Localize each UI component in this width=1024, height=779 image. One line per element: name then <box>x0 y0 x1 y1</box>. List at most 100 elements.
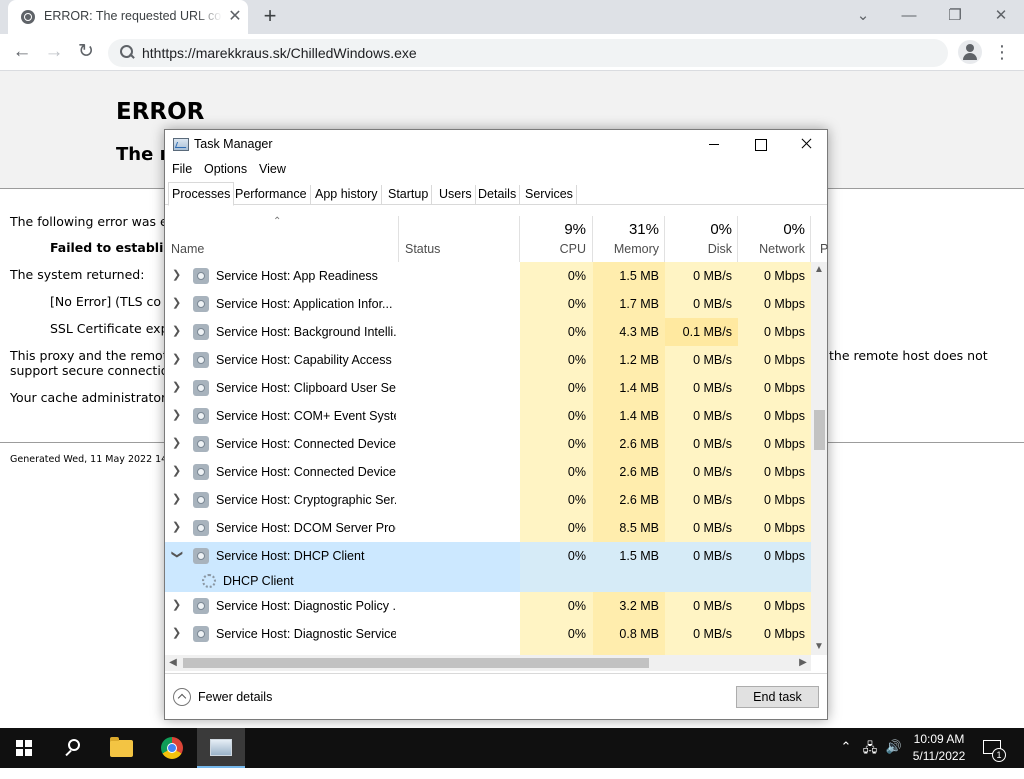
menu-view[interactable]: View <box>259 162 286 176</box>
expand-chevron-icon[interactable]: ❯ <box>172 520 181 533</box>
table-row-selected[interactable]: ❯ Service Host: DHCP Client 0% 1.5 MB 0 … <box>165 542 811 570</box>
column-power[interactable]: P <box>820 242 828 256</box>
tab-processes[interactable]: Processes <box>168 182 235 206</box>
taskbar-chrome[interactable] <box>148 728 196 768</box>
address-bar[interactable]: hthttps://marekkraus.sk/ChilledWindows.e… <box>108 39 948 67</box>
vertical-scrollbar[interactable]: ▲ ▼ <box>811 262 827 655</box>
end-task-button[interactable]: End task <box>736 686 819 708</box>
volume-icon[interactable]: 🔊 <box>884 739 904 779</box>
task-manager-titlebar[interactable]: Task Manager <box>165 130 827 158</box>
horizontal-scroll-thumb[interactable] <box>183 658 649 668</box>
service-gear-icon <box>193 436 209 452</box>
horizontal-scrollbar[interactable]: ◀ ▶ <box>165 655 811 671</box>
table-row[interactable]: ❯ Service Host: App Readiness 0% 1.5 MB … <box>165 262 811 290</box>
column-disk[interactable]: Disk <box>670 242 732 256</box>
service-gear-icon <box>193 380 209 396</box>
menu-options[interactable]: Options <box>204 162 247 176</box>
clock-time[interactable]: 10:09 AM <box>906 732 972 746</box>
service-icon <box>202 574 216 588</box>
tab-details[interactable]: Details <box>475 185 521 205</box>
table-row[interactable]: ❯ Service Host: Clipboard User Ser... 0%… <box>165 374 811 402</box>
network-icon[interactable]: 🖧 <box>860 739 880 779</box>
expand-chevron-icon[interactable]: ❯ <box>172 380 181 393</box>
table-row[interactable]: ❯ Service Host: Connected Device... 0% 2… <box>165 458 811 486</box>
table-row[interactable]: ❯ Service Host: Capability Access ... 0%… <box>165 346 811 374</box>
table-row[interactable]: ❯ Service Host: Diagnostic Policy ... 0%… <box>165 592 811 620</box>
profile-avatar-icon[interactable] <box>958 40 982 64</box>
tab-services[interactable]: Services <box>522 185 577 205</box>
tm-close-button[interactable] <box>783 130 829 158</box>
tab-close-icon[interactable]: ✕ <box>225 7 245 27</box>
tm-maximize-button[interactable] <box>737 130 783 158</box>
forward-button[interactable]: → <box>41 39 67 65</box>
disk-percent[interactable]: 0% <box>670 221 732 238</box>
mem-cell-bg <box>593 570 665 592</box>
restore-button[interactable]: ❐ <box>940 4 970 28</box>
mem-cell-bg <box>593 648 665 655</box>
tab-startup[interactable]: Startup <box>385 185 433 205</box>
fewer-details-link[interactable]: Fewer details <box>198 690 272 704</box>
service-child-row[interactable]: DHCP Client <box>165 570 811 592</box>
taskbar-file-explorer[interactable] <box>98 728 146 768</box>
cpu-percent[interactable]: 9% <box>525 221 586 238</box>
expand-chevron-icon[interactable]: ❯ <box>172 464 181 477</box>
expand-chevron-icon[interactable]: ❯ <box>172 352 181 365</box>
table-row[interactable]: ❯ Service Host: Application Infor... 0% … <box>165 290 811 318</box>
expand-chevron-icon[interactable]: ❯ <box>172 324 181 337</box>
column-name[interactable]: Name <box>171 242 204 256</box>
expand-chevron-icon[interactable]: ❯ <box>172 408 181 421</box>
tm-minimize-button[interactable] <box>691 130 737 158</box>
scroll-right-icon[interactable]: ▶ <box>795 655 811 671</box>
table-row[interactable]: ❯ Service Host: COM+ Event Syste... 0% 1… <box>165 402 811 430</box>
expand-chevron-icon[interactable]: ❯ <box>172 626 181 639</box>
reload-button[interactable]: ↻ <box>73 39 99 65</box>
column-cpu[interactable]: CPU <box>525 242 586 256</box>
taskbar-search-button[interactable] <box>48 728 96 768</box>
search-icon <box>120 45 134 59</box>
minimize-button[interactable]: — <box>894 4 924 28</box>
close-window-button[interactable]: ✕ <box>986 4 1016 28</box>
scroll-up-icon[interactable]: ▲ <box>811 262 827 278</box>
expand-chevron-icon[interactable]: ❯ <box>172 492 181 505</box>
table-row[interactable]: ❯ Service Host: Background Intelli... 0%… <box>165 318 811 346</box>
memory-value: 1.4 MB <box>619 381 659 395</box>
memory-percent[interactable]: 31% <box>598 221 659 238</box>
table-row[interactable]: ❯ Service Host: Connected Device... 0% 2… <box>165 430 811 458</box>
table-row[interactable]: ❯ Service Host: DCOM Server Proc... 0% 8… <box>165 514 811 542</box>
column-memory[interactable]: Memory <box>598 242 659 256</box>
scroll-left-icon[interactable]: ◀ <box>165 655 181 671</box>
expand-chevron-icon[interactable]: ❯ <box>172 268 181 281</box>
menu-file[interactable]: File <box>172 162 192 176</box>
network-percent[interactable]: 0% <box>743 221 805 238</box>
table-row[interactable]: ❯ Service Host: Cryptographic Ser... 0% … <box>165 486 811 514</box>
browser-tab[interactable]: ERROR: The requested URL could not be re… <box>8 0 248 34</box>
column-status[interactable]: Status <box>405 242 440 256</box>
new-tab-button[interactable]: + <box>258 5 282 29</box>
taskbar-task-manager[interactable] <box>197 728 245 768</box>
service-gear-icon <box>193 626 209 642</box>
chevron-up-icon[interactable]: ⌃ <box>838 739 854 779</box>
collapse-chevron-icon[interactable]: ❯ <box>171 550 184 559</box>
scroll-down-icon[interactable]: ▼ <box>811 639 827 655</box>
disk-value: 0 MB/s <box>693 493 732 507</box>
table-row[interactable]: ❯ Service Host: Diagnostic Service... 0%… <box>165 620 811 648</box>
column-network[interactable]: Network <box>743 242 805 256</box>
table-row-partial[interactable] <box>165 648 811 655</box>
expand-chevron-icon[interactable]: ❯ <box>172 598 181 611</box>
tab-users[interactable]: Users <box>436 185 476 205</box>
tab-search-icon[interactable]: ⌄ <box>848 4 878 28</box>
cpu-value: 0% <box>567 627 586 641</box>
search-icon <box>68 739 80 751</box>
cpu-value: 0% <box>567 493 586 507</box>
clock-date[interactable]: 5/11/2022 <box>906 749 972 763</box>
tab-app-history[interactable]: App history <box>312 185 382 205</box>
start-button[interactable] <box>0 728 48 768</box>
expand-chevron-icon[interactable]: ❯ <box>172 296 181 309</box>
back-button[interactable]: ← <box>9 39 35 65</box>
process-name: Service Host: Connected Device... <box>216 465 396 479</box>
vertical-scroll-thumb[interactable] <box>814 410 825 450</box>
chevron-up-icon[interactable] <box>173 688 191 706</box>
browser-menu-icon[interactable]: ⋮ <box>992 40 1012 64</box>
expand-chevron-icon[interactable]: ❯ <box>172 436 181 449</box>
tab-performance[interactable]: Performance <box>232 185 311 205</box>
